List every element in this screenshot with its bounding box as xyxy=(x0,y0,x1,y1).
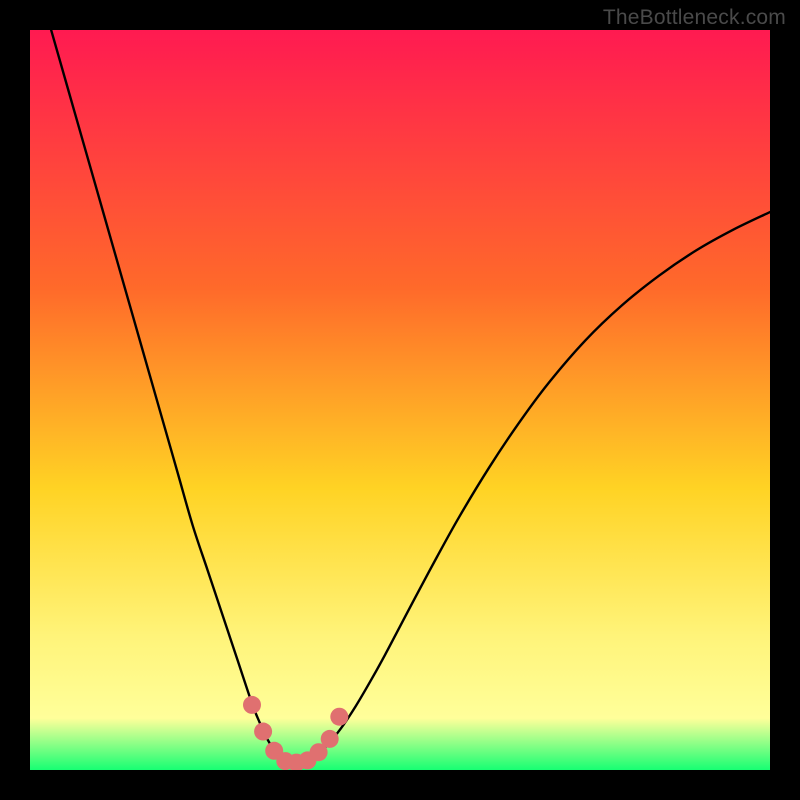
curve-marker xyxy=(243,696,261,714)
bottleneck-chart xyxy=(30,30,770,770)
chart-stage: TheBottleneck.com xyxy=(0,0,800,800)
plot-area xyxy=(30,30,770,770)
curve-marker xyxy=(321,730,339,748)
curve-marker xyxy=(330,708,348,726)
curve-marker xyxy=(254,723,272,741)
gradient-background xyxy=(30,30,770,770)
watermark-text: TheBottleneck.com xyxy=(603,6,786,30)
